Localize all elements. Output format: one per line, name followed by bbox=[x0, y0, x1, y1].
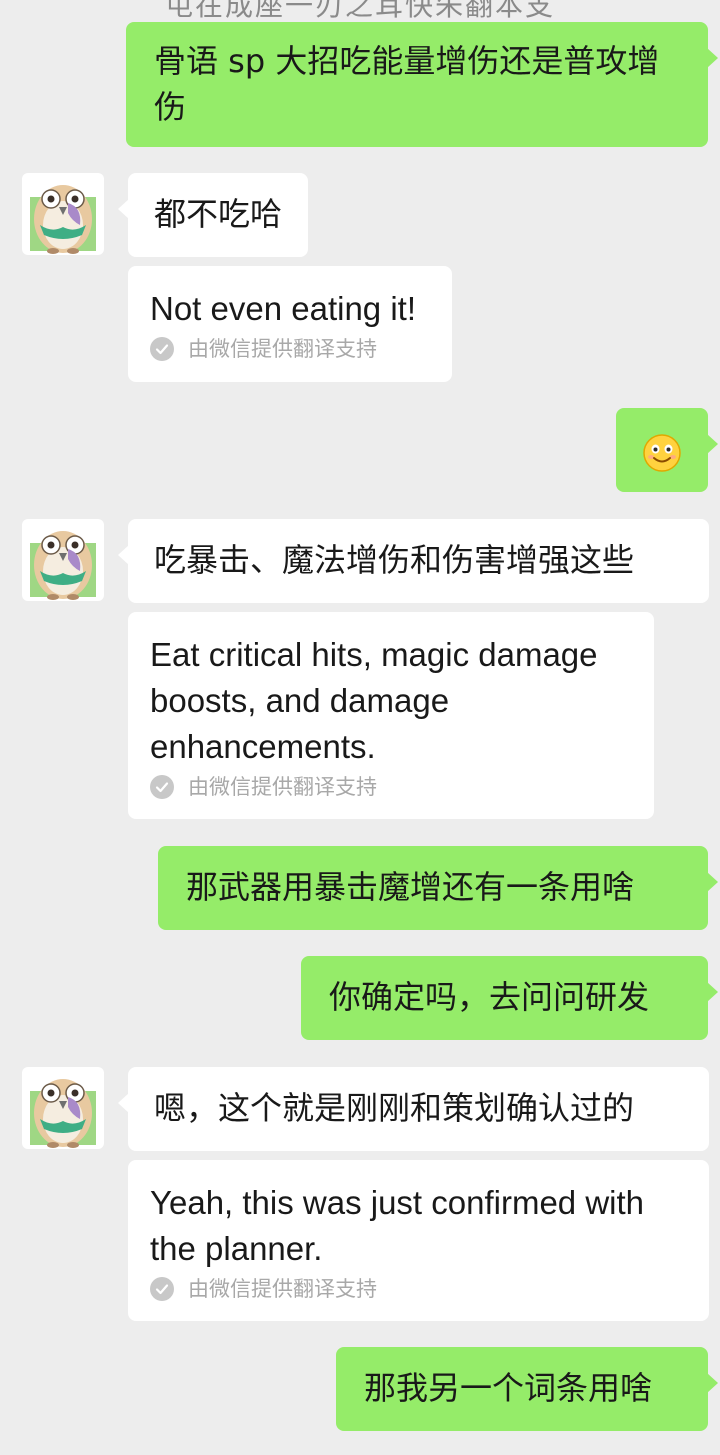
translation-note: 由微信提供翻译支持 bbox=[150, 1274, 687, 1304]
message-text: 你确定吗，去问问研发 bbox=[329, 978, 650, 1016]
translation-note: 由微信提供翻译支持 bbox=[150, 334, 430, 364]
top-partial-text: 屯在成座一刃之耳快朱翻本支 bbox=[164, 0, 555, 22]
message-bubble-received[interactable]: 都不吃哈 bbox=[117, 173, 309, 257]
message-text: 骨语 sp 大招吃能量增伤还是普攻增伤 bbox=[154, 42, 660, 126]
translation-bubble[interactable]: Eat critical hits, magic damage boosts, … bbox=[128, 612, 654, 819]
message-text: 吃暴击、魔法增伤和伤害增强这些 bbox=[154, 541, 635, 579]
owl-avatar-icon bbox=[30, 531, 96, 600]
message-bubble-sent[interactable]: 那武器用暴击魔增还有一条用啥 bbox=[158, 846, 718, 930]
translation-bubble[interactable]: Not even eating it! 由微信提供翻译支持 bbox=[128, 266, 452, 382]
smile-emoji-icon bbox=[643, 434, 681, 472]
check-circle-icon bbox=[150, 1277, 174, 1301]
check-circle-icon bbox=[150, 337, 174, 361]
translation-note-text: 由微信提供翻译支持 bbox=[188, 1277, 377, 1301]
contact-avatar[interactable] bbox=[22, 173, 104, 255]
message-text: 那武器用暴击魔增还有一条用啥 bbox=[186, 868, 635, 906]
contact-avatar[interactable] bbox=[22, 519, 104, 601]
check-circle-icon bbox=[150, 775, 174, 799]
message-text: 那我另一个词条用啥 bbox=[364, 1369, 653, 1407]
contact-avatar[interactable] bbox=[22, 1067, 104, 1149]
message-bubble-sent[interactable] bbox=[616, 408, 718, 492]
message-bubble-sent[interactable]: 那我另一个词条用啥 bbox=[336, 1347, 718, 1431]
translation-note: 由微信提供翻译支持 bbox=[150, 772, 632, 802]
translation-note-text: 由微信提供翻译支持 bbox=[188, 775, 377, 799]
translation-note-text: 由微信提供翻译支持 bbox=[188, 337, 377, 361]
message-bubble-received[interactable]: 嗯，这个就是刚刚和策划确认过的 bbox=[118, 1067, 709, 1151]
message-bubble-sent[interactable]: 骨语 sp 大招吃能量增伤还是普攻增伤 bbox=[126, 22, 718, 147]
owl-avatar-icon bbox=[30, 1079, 96, 1148]
owl-avatar-icon bbox=[30, 185, 96, 254]
message-bubble-received[interactable]: 吃暴击、魔法增伤和伤害增强这些 bbox=[118, 519, 709, 603]
message-text: 嗯，这个就是刚刚和策划确认过的 bbox=[154, 1089, 635, 1127]
translation-text: Yeah, this was just confirmed with the p… bbox=[150, 1184, 645, 1267]
message-bubble-sent[interactable]: 你确定吗，去问问研发 bbox=[301, 956, 718, 1040]
translation-bubble[interactable]: Yeah, this was just confirmed with the p… bbox=[128, 1160, 709, 1321]
translation-text: Not even eating it! bbox=[150, 290, 416, 327]
message-text: 都不吃哈 bbox=[154, 195, 283, 233]
translation-text: Eat critical hits, magic damage boosts, … bbox=[150, 636, 598, 765]
